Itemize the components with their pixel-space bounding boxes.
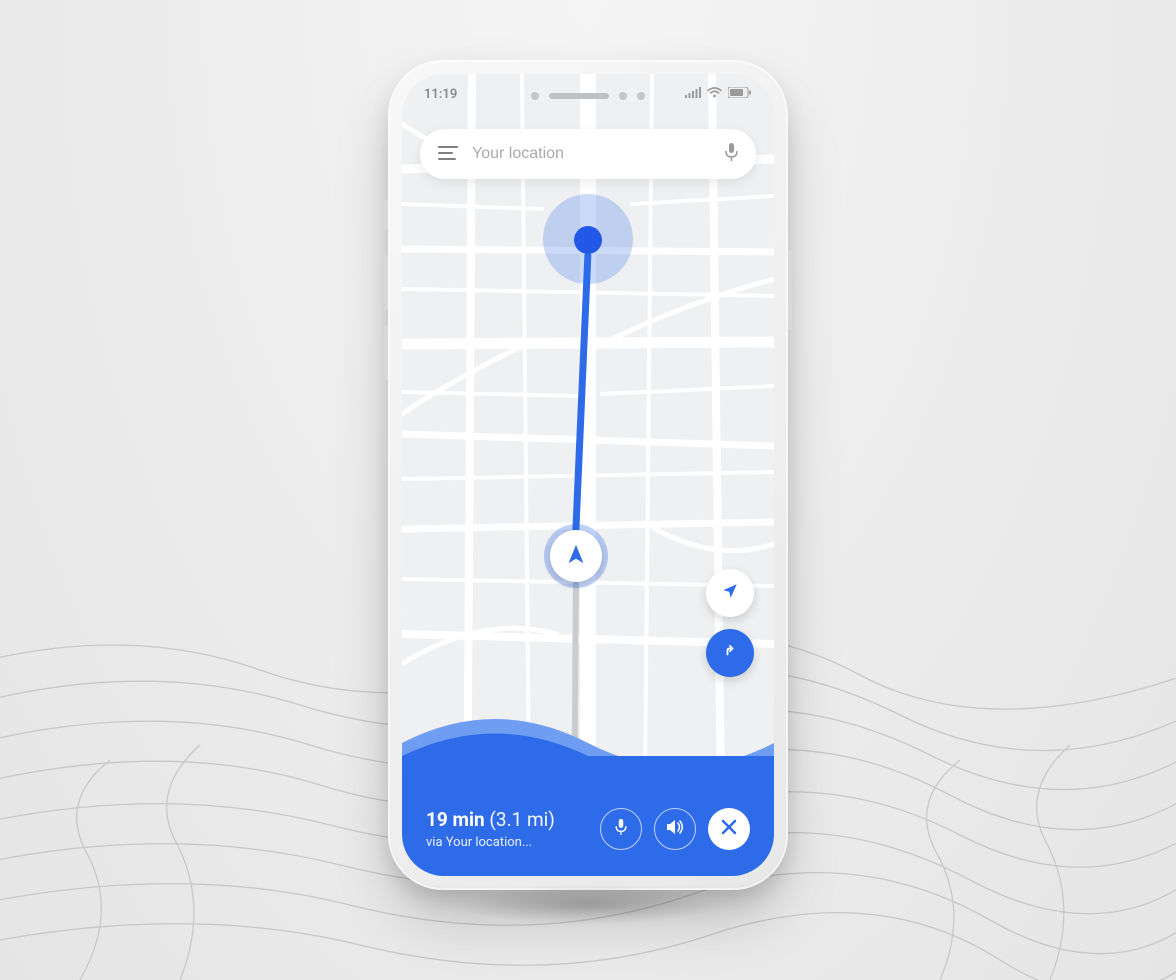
close-navigation-button[interactable] [708, 808, 750, 850]
mic-icon [615, 819, 627, 839]
search-input[interactable] [472, 145, 711, 163]
phone-frame: 11:19 [388, 60, 788, 890]
speaker-icon [666, 819, 684, 839]
trip-via-text: via Your location... [426, 835, 600, 850]
directions-button[interactable] [706, 629, 754, 677]
phone-screen: 11:19 [402, 74, 774, 876]
sensor-dot [531, 92, 539, 100]
notch [531, 92, 645, 100]
sensor-dot-2 [637, 92, 645, 100]
status-time: 11:19 [424, 87, 457, 102]
speaker-grill [549, 93, 609, 99]
volume-down-button [384, 325, 388, 380]
camera-dot [619, 92, 627, 100]
menu-icon[interactable] [438, 145, 458, 164]
trip-distance: (3.1 mi) [489, 808, 554, 831]
close-icon [721, 819, 737, 839]
trip-summary: 19 min (3.1 mi) via Your location... [426, 808, 600, 850]
wifi-icon [707, 87, 722, 102]
turn-right-icon [720, 641, 740, 665]
location-arrow-icon [721, 582, 739, 604]
voice-search-button[interactable] [600, 808, 642, 850]
trip-duration: 19 min [426, 808, 485, 831]
power-button [788, 250, 792, 330]
battery-icon [728, 87, 752, 102]
mute-switch [384, 200, 388, 230]
mic-icon[interactable] [725, 143, 738, 165]
volume-up-button [384, 255, 388, 310]
recenter-button[interactable] [706, 569, 754, 617]
sound-button[interactable] [654, 808, 696, 850]
signal-icon [685, 87, 701, 102]
trip-panel: 19 min (3.1 mi) via Your location... [402, 701, 774, 876]
search-bar[interactable] [420, 129, 756, 179]
